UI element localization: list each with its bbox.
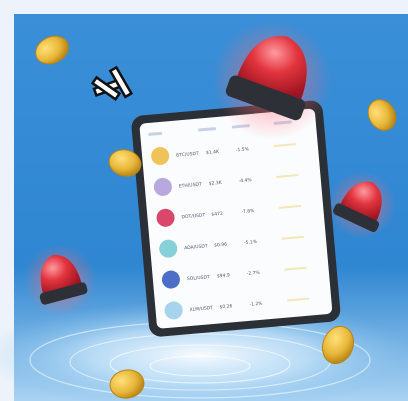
alarm-light-right [328,171,396,239]
price: $0.26 [219,303,232,310]
illustration-frame: BTC/USDT $1.4K -1.5% ETH/USDT $2.3K -4.4% DOT/… [0,0,408,401]
change: -5.1% [244,239,258,246]
tablet: BTC/USDT $1.4K -1.5%ETH/USDT $2.3K -4.4%DOT/… [131,100,341,337]
change: -4.4% [238,177,252,184]
change: -1.5% [236,146,250,153]
crypto-alarm-illustration: BTC/USDT $1.4K -1.5%ETH/USDT $2.3K -4.4%DOT/… [0,0,408,401]
price: $1.4K [206,149,220,156]
price: $0.96 [214,242,227,249]
price: $2.3K [209,180,223,187]
change: -7.8% [241,208,255,215]
price: $472 [211,211,223,218]
alarm-light-left [24,244,96,316]
alarm-light-large [212,20,332,140]
price: $94.9 [217,272,230,279]
change: -2.7% [246,270,260,277]
change: -1.2% [249,301,263,308]
